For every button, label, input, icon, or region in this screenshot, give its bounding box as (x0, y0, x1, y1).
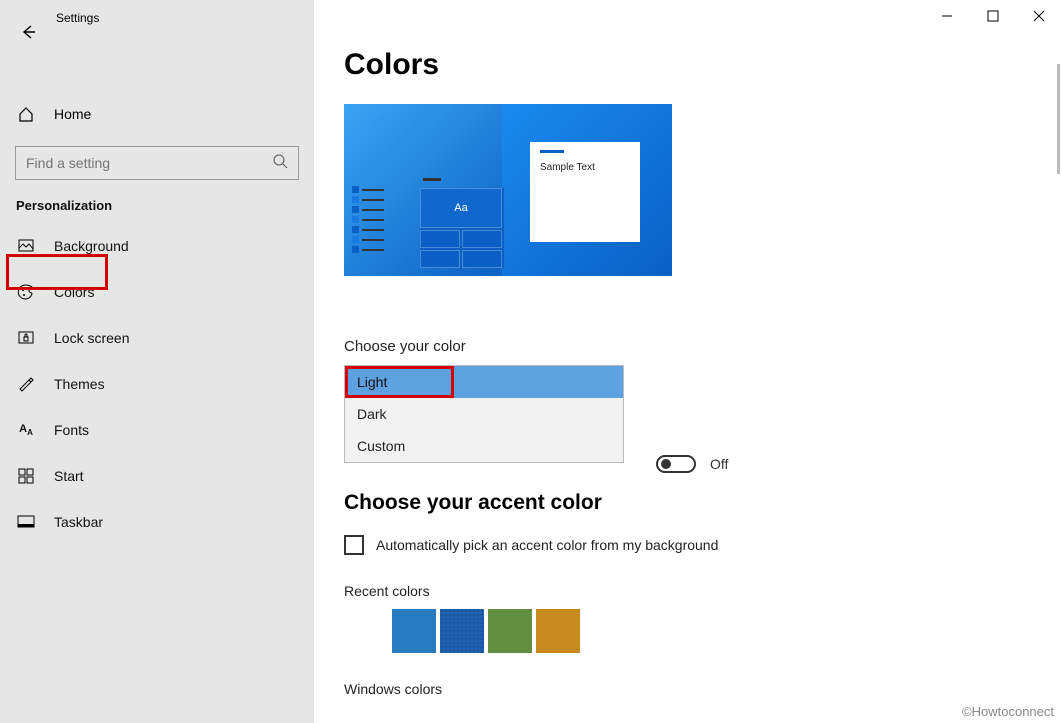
search-box[interactable] (15, 146, 299, 180)
recent-color-5[interactable] (536, 609, 580, 653)
main-content: Colors Sample Text Aa Choose (314, 0, 1062, 723)
maximize-button[interactable] (970, 0, 1016, 32)
close-icon (1033, 10, 1045, 22)
sidebar-item-label: Colors (54, 284, 94, 300)
recent-color-4[interactable] (488, 609, 532, 653)
sidebar-item-themes[interactable]: Themes (0, 361, 314, 407)
color-mode-option-light[interactable]: Light (345, 366, 623, 398)
sidebar-home[interactable]: Home (0, 94, 314, 134)
choose-color-label: Choose your color (344, 338, 1062, 355)
sidebar-item-background[interactable]: Background (0, 223, 314, 269)
transparency-toggle-value: Off (710, 456, 728, 472)
palette-icon (16, 283, 36, 301)
preview-window: Sample Text (530, 142, 640, 242)
settings-window: Settings Home Personalization Background (0, 0, 1062, 723)
sidebar-item-label: Taskbar (54, 514, 103, 530)
sidebar-item-taskbar[interactable]: Taskbar (0, 499, 314, 545)
search-input[interactable] (26, 155, 288, 171)
auto-accent-row[interactable]: Automatically pick an accent color from … (344, 535, 1062, 555)
sidebar-item-label: Themes (54, 376, 105, 392)
close-button[interactable] (1016, 0, 1062, 32)
transparency-toggle[interactable] (656, 455, 696, 473)
color-mode-option-dark[interactable]: Dark (345, 398, 623, 430)
recent-color-swatches (344, 609, 1062, 653)
preview-tile-aa: Aa (420, 188, 502, 228)
transparency-toggle-row: Off (656, 455, 728, 473)
auto-accent-label: Automatically pick an accent color from … (376, 537, 718, 553)
sidebar-item-label: Lock screen (54, 330, 129, 346)
auto-accent-checkbox[interactable] (344, 535, 364, 555)
preview-sample-text: Sample Text (540, 162, 595, 173)
home-label: Home (54, 106, 91, 122)
recent-color-3[interactable] (440, 609, 484, 653)
app-title: Settings (56, 11, 99, 25)
accent-color-title: Choose your accent color (344, 491, 1062, 515)
search-icon (272, 153, 288, 174)
start-icon (16, 468, 36, 484)
color-preview: Sample Text Aa (344, 104, 672, 276)
maximize-icon (987, 10, 999, 22)
lock-screen-icon (16, 329, 36, 347)
sidebar-item-label: Fonts (54, 422, 89, 438)
back-arrow-icon (19, 23, 37, 41)
home-icon (16, 105, 36, 123)
preview-start-tiles: Aa (420, 188, 504, 268)
sidebar-nav: Home Personalization Background Colors L… (0, 94, 314, 545)
minimize-button[interactable] (924, 0, 970, 32)
sidebar-item-label: Background (54, 238, 129, 254)
image-icon (16, 237, 36, 255)
watermark: ©Howtoconnect (962, 704, 1054, 719)
sidebar-category: Personalization (0, 198, 314, 223)
page-title: Colors (344, 48, 1062, 82)
recent-color-1[interactable] (344, 609, 388, 653)
sidebar-item-lockscreen[interactable]: Lock screen (0, 315, 314, 361)
preview-start-list (352, 184, 390, 270)
color-mode-dropdown[interactable]: Light Dark Custom (344, 365, 624, 463)
sidebar-item-label: Start (54, 468, 84, 484)
fonts-icon: AA (16, 423, 36, 437)
minimize-icon (941, 10, 953, 22)
recent-colors-label: Recent colors (344, 583, 1062, 599)
back-button[interactable] (8, 12, 48, 52)
sidebar: Settings Home Personalization Background (0, 0, 314, 723)
windows-colors-label: Windows colors (344, 681, 1062, 697)
sidebar-item-start[interactable]: Start (0, 453, 314, 499)
scrollbar[interactable] (1057, 64, 1060, 174)
color-mode-option-custom[interactable]: Custom (345, 430, 623, 462)
taskbar-icon (16, 515, 36, 529)
sidebar-item-fonts[interactable]: AA Fonts (0, 407, 314, 453)
sidebar-item-colors[interactable]: Colors (0, 269, 314, 315)
titlebar (924, 0, 1062, 32)
preview-window-accent (540, 150, 564, 153)
themes-icon (16, 375, 36, 393)
recent-color-2[interactable] (392, 609, 436, 653)
